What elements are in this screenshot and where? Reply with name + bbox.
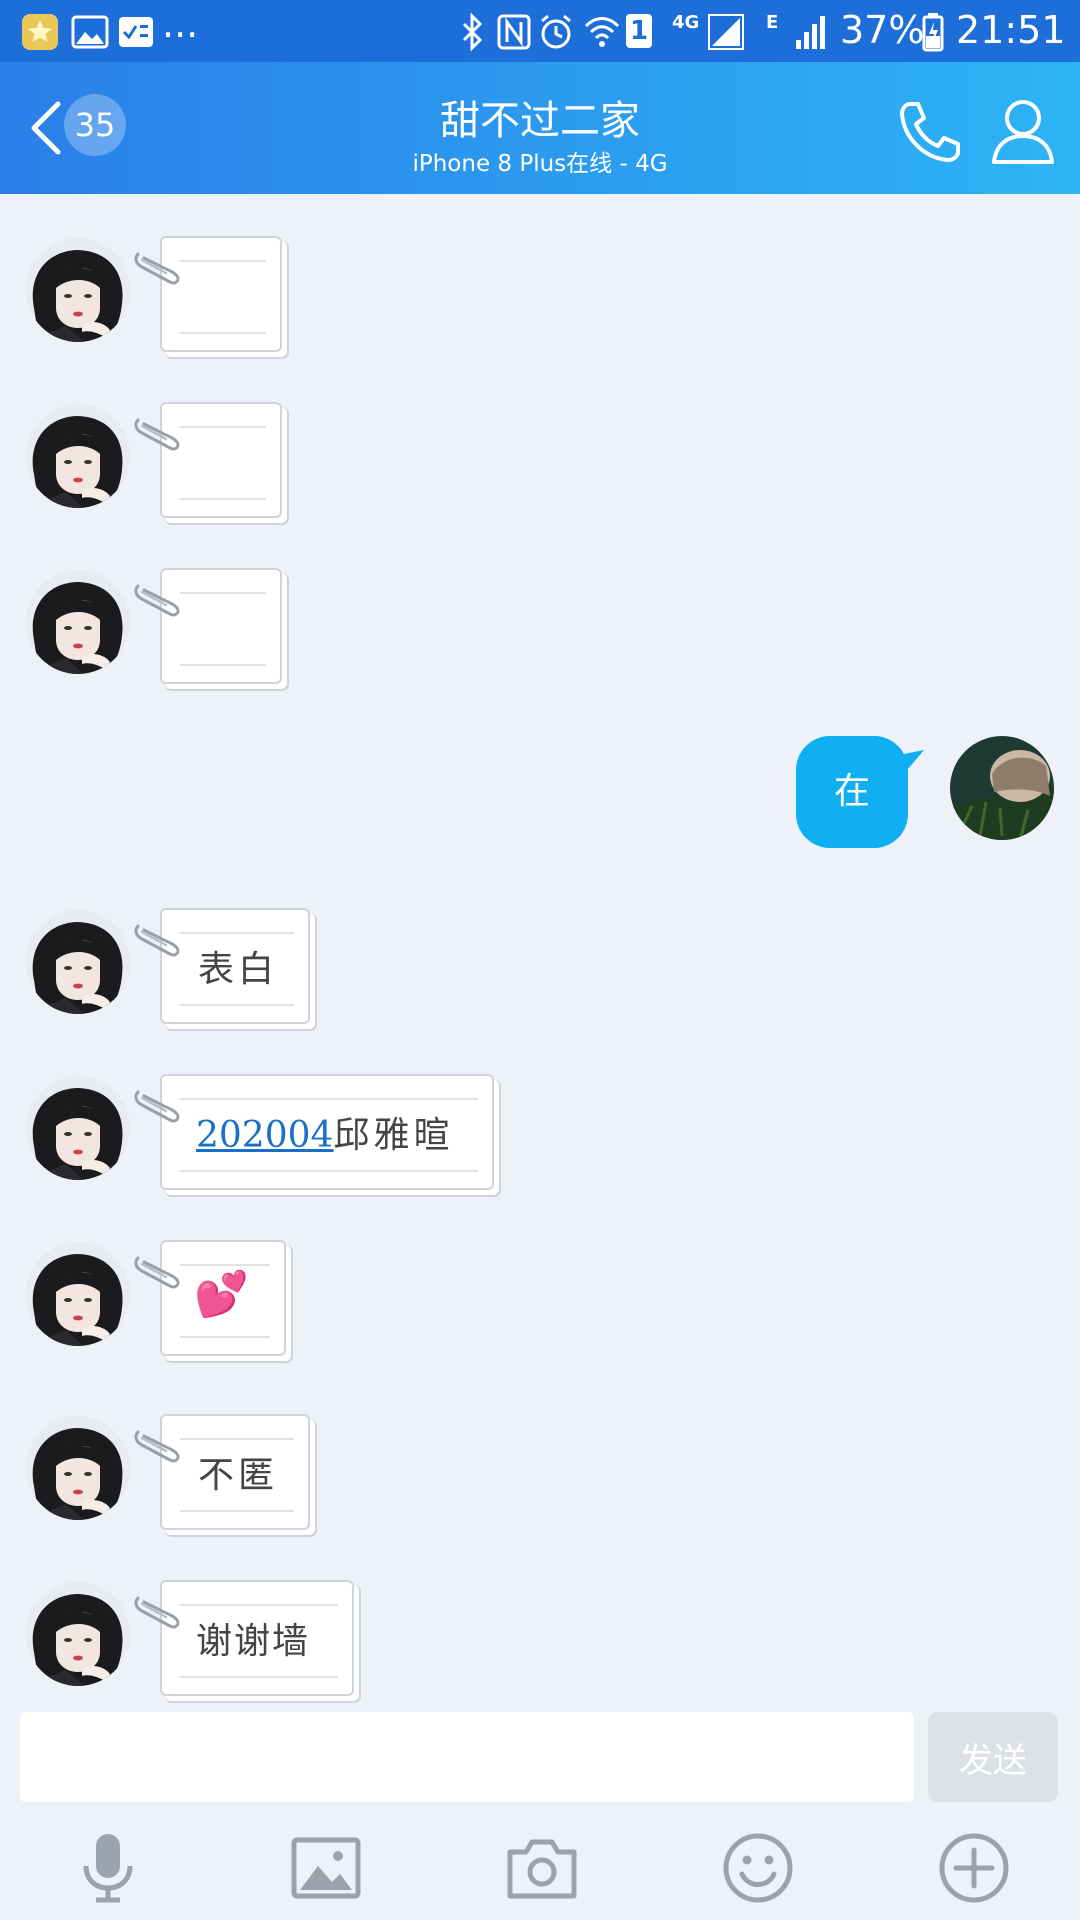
profile-icon[interactable] — [990, 96, 1056, 166]
message-input[interactable] — [20, 1712, 914, 1802]
message-bubble[interactable]: 💕 — [160, 1240, 286, 1356]
message-bubble-empty[interactable] — [160, 236, 282, 352]
message-bubble[interactable]: 不匿 — [160, 1414, 310, 1530]
image-icon[interactable] — [288, 1830, 364, 1906]
send-button[interactable]: 发送 — [928, 1712, 1058, 1802]
contact-avatar[interactable] — [26, 238, 130, 342]
paper-clip-icon — [132, 578, 182, 622]
sim-badge: 1 — [626, 14, 652, 48]
paper-clip-icon — [132, 246, 182, 290]
message-bubble-empty[interactable] — [160, 568, 282, 684]
contact-avatar[interactable] — [26, 910, 130, 1014]
signal-icon — [708, 14, 744, 50]
message-text: 表白 — [198, 949, 279, 990]
contact-avatar[interactable] — [26, 1582, 130, 1686]
star-app-icon — [22, 14, 58, 50]
contact-avatar[interactable] — [26, 570, 130, 674]
message-text: 谢谢墙 — [196, 1621, 311, 1662]
phone-call-icon[interactable] — [896, 96, 966, 166]
status-time: 21:51 — [956, 8, 1066, 52]
contact-avatar[interactable] — [26, 1416, 130, 1520]
contact-avatar[interactable] — [26, 404, 130, 508]
message-link[interactable]: 202004 — [196, 1115, 333, 1156]
message-bubble[interactable]: 谢谢墙 — [160, 1580, 354, 1696]
paper-clip-icon — [132, 412, 182, 456]
chat-title: 甜不过二家 — [440, 98, 640, 144]
unread-count-badge[interactable]: 35 — [64, 94, 126, 156]
bluetooth-icon — [462, 12, 483, 52]
alarm-icon — [541, 14, 571, 49]
paper-clip-icon — [132, 1250, 182, 1294]
paper-clip-icon — [132, 1424, 182, 1468]
message-text-suffix: 邱雅暄 — [333, 1115, 454, 1156]
notes-app-icon — [119, 17, 153, 47]
network-e-label: E — [766, 12, 779, 33]
bubble-tail — [894, 750, 924, 776]
nfc-icon — [497, 14, 531, 50]
message-bubble[interactable]: 表白 — [160, 908, 310, 1024]
network-4g-label: 4G — [672, 12, 700, 33]
camera-icon[interactable] — [504, 1830, 580, 1906]
gallery-icon — [71, 15, 109, 49]
contact-avatar[interactable] — [26, 1242, 130, 1346]
contact-avatar[interactable] — [26, 1076, 130, 1180]
microphone-icon[interactable] — [70, 1830, 146, 1906]
message-text: 202004邱雅暄 — [196, 1106, 453, 1158]
chat-status-subtitle: iPhone 8 Plus在线 - 4G — [412, 151, 668, 177]
emoji-icon[interactable] — [720, 1830, 796, 1906]
self-avatar[interactable] — [950, 736, 1054, 840]
paper-clip-icon — [132, 918, 182, 962]
battery-percent: 37% — [840, 8, 925, 52]
message-bubble-empty[interactable] — [160, 402, 282, 518]
plus-icon[interactable] — [936, 1830, 1012, 1906]
paper-clip-icon — [132, 1590, 182, 1634]
battery-icon — [922, 13, 944, 52]
self-message-bubble[interactable]: 在 — [796, 736, 924, 848]
signal-icon — [796, 16, 825, 49]
wifi-icon — [584, 17, 620, 47]
status-overflow: ... — [162, 2, 199, 46]
status-bar: ... 1 4G E 37% 21:51 — [0, 0, 1080, 62]
chat-header: 35 甜不过二家 iPhone 8 Plus在线 - 4G — [0, 62, 1080, 194]
message-text: 不匿 — [198, 1455, 279, 1496]
emoji: 💕 — [194, 1269, 253, 1320]
paper-clip-icon — [132, 1084, 182, 1128]
message-bubble[interactable]: 202004邱雅暄 — [160, 1074, 494, 1190]
message-text: 在 — [833, 771, 870, 812]
